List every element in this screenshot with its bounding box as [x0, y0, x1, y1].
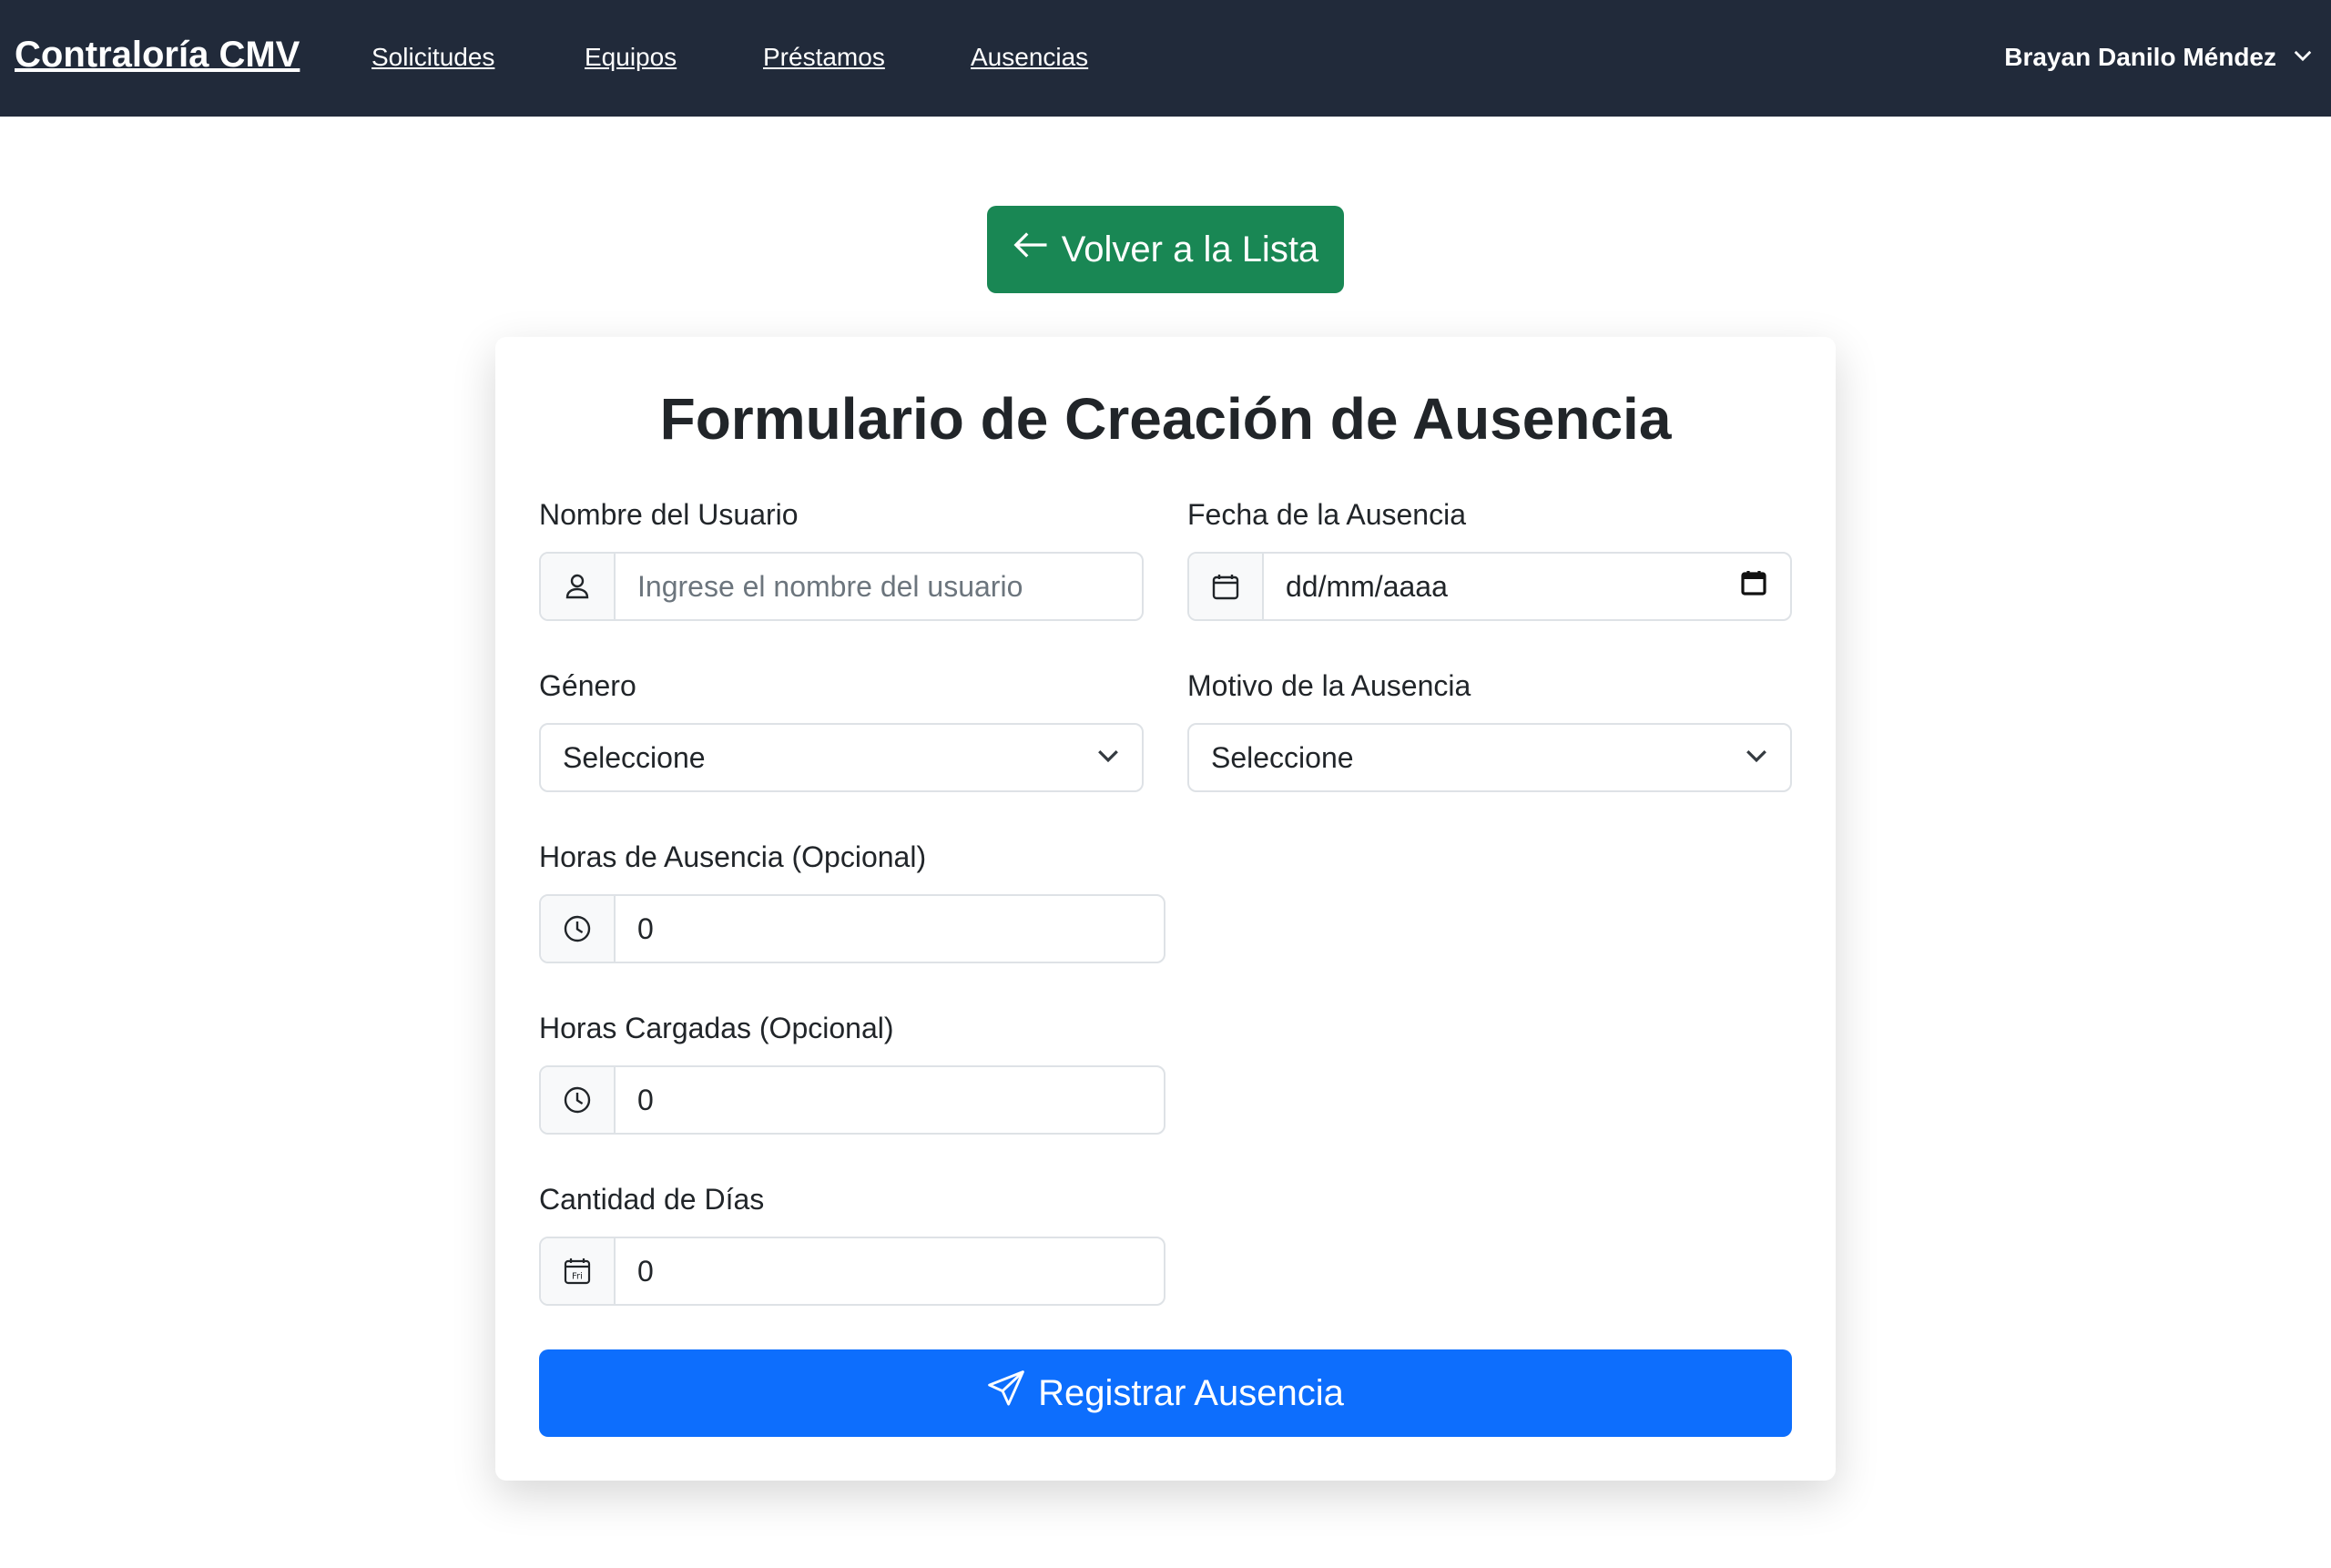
cantidad-dias-label: Cantidad de Días	[539, 1183, 765, 1216]
top-navbar: Contraloría CMV Solicitudes Equipos Prés…	[0, 0, 2331, 117]
calendar-picker-icon[interactable]	[1739, 568, 1768, 605]
horas-cargadas-input[interactable]	[616, 1067, 1164, 1133]
usuario-input[interactable]	[616, 554, 1142, 619]
brand-link[interactable]: Contraloría CMV	[15, 33, 300, 76]
fecha-value: dd/mm/aaaa	[1286, 569, 1448, 603]
calendar-day-text: Fri	[572, 1271, 583, 1281]
motivo-select[interactable]: Seleccione	[1187, 723, 1792, 792]
horas-cargadas-input-group	[539, 1065, 1166, 1135]
send-icon	[987, 1369, 1025, 1417]
clock-icon	[541, 896, 616, 962]
fecha-input-group: dd/mm/aaaa	[1187, 552, 1792, 621]
nav-link-ausencias[interactable]: Ausencias	[971, 42, 1088, 73]
genero-selected: Seleccione	[563, 740, 706, 774]
clock-icon	[541, 1067, 616, 1133]
horas-ausencia-input[interactable]	[616, 896, 1164, 962]
horas-cargadas-label: Horas Cargadas (Opcional)	[539, 1012, 894, 1044]
calendar-icon	[1189, 554, 1264, 619]
back-button-label: Volver a la Lista	[1061, 229, 1319, 270]
horas-ausencia-input-group	[539, 894, 1166, 963]
usuario-label: Nombre del Usuario	[539, 498, 799, 531]
motivo-selected: Seleccione	[1211, 740, 1354, 774]
chevron-down-icon	[1745, 741, 1768, 775]
fecha-input[interactable]: dd/mm/aaaa	[1264, 554, 1790, 619]
chevron-down-icon	[1096, 741, 1120, 775]
calendar-day-icon: Fri	[541, 1238, 616, 1304]
motivo-label: Motivo de la Ausencia	[1187, 669, 1471, 702]
cantidad-dias-input-group: Fri	[539, 1237, 1166, 1306]
absence-form-card: Formulario de Creación de Ausencia Nombr…	[495, 337, 1836, 1481]
form-title: Formulario de Creación de Ausencia	[659, 386, 1672, 452]
back-to-list-button[interactable]: Volver a la Lista	[987, 206, 1344, 293]
nav-link-prestamos[interactable]: Préstamos	[763, 42, 885, 73]
genero-select[interactable]: Seleccione	[539, 723, 1144, 792]
arrow-left-icon	[1013, 227, 1049, 272]
cantidad-dias-input[interactable]	[616, 1238, 1164, 1304]
fecha-label: Fecha de la Ausencia	[1187, 498, 1466, 531]
user-menu-toggle[interactable]: Brayan Danilo Méndez	[2004, 42, 2313, 73]
user-name: Brayan Danilo Méndez	[2004, 43, 2276, 71]
horas-ausencia-label: Horas de Ausencia (Opcional)	[539, 840, 927, 873]
submit-label: Registrar Ausencia	[1038, 1372, 1344, 1413]
nav-link-solicitudes[interactable]: Solicitudes	[372, 42, 494, 73]
usuario-input-group	[539, 552, 1144, 621]
chevron-down-icon	[2293, 42, 2313, 73]
nav-link-equipos[interactable]: Equipos	[585, 42, 677, 73]
genero-label: Género	[539, 669, 636, 702]
registrar-ausencia-button[interactable]: Registrar Ausencia	[539, 1349, 1792, 1437]
person-icon	[541, 554, 616, 619]
